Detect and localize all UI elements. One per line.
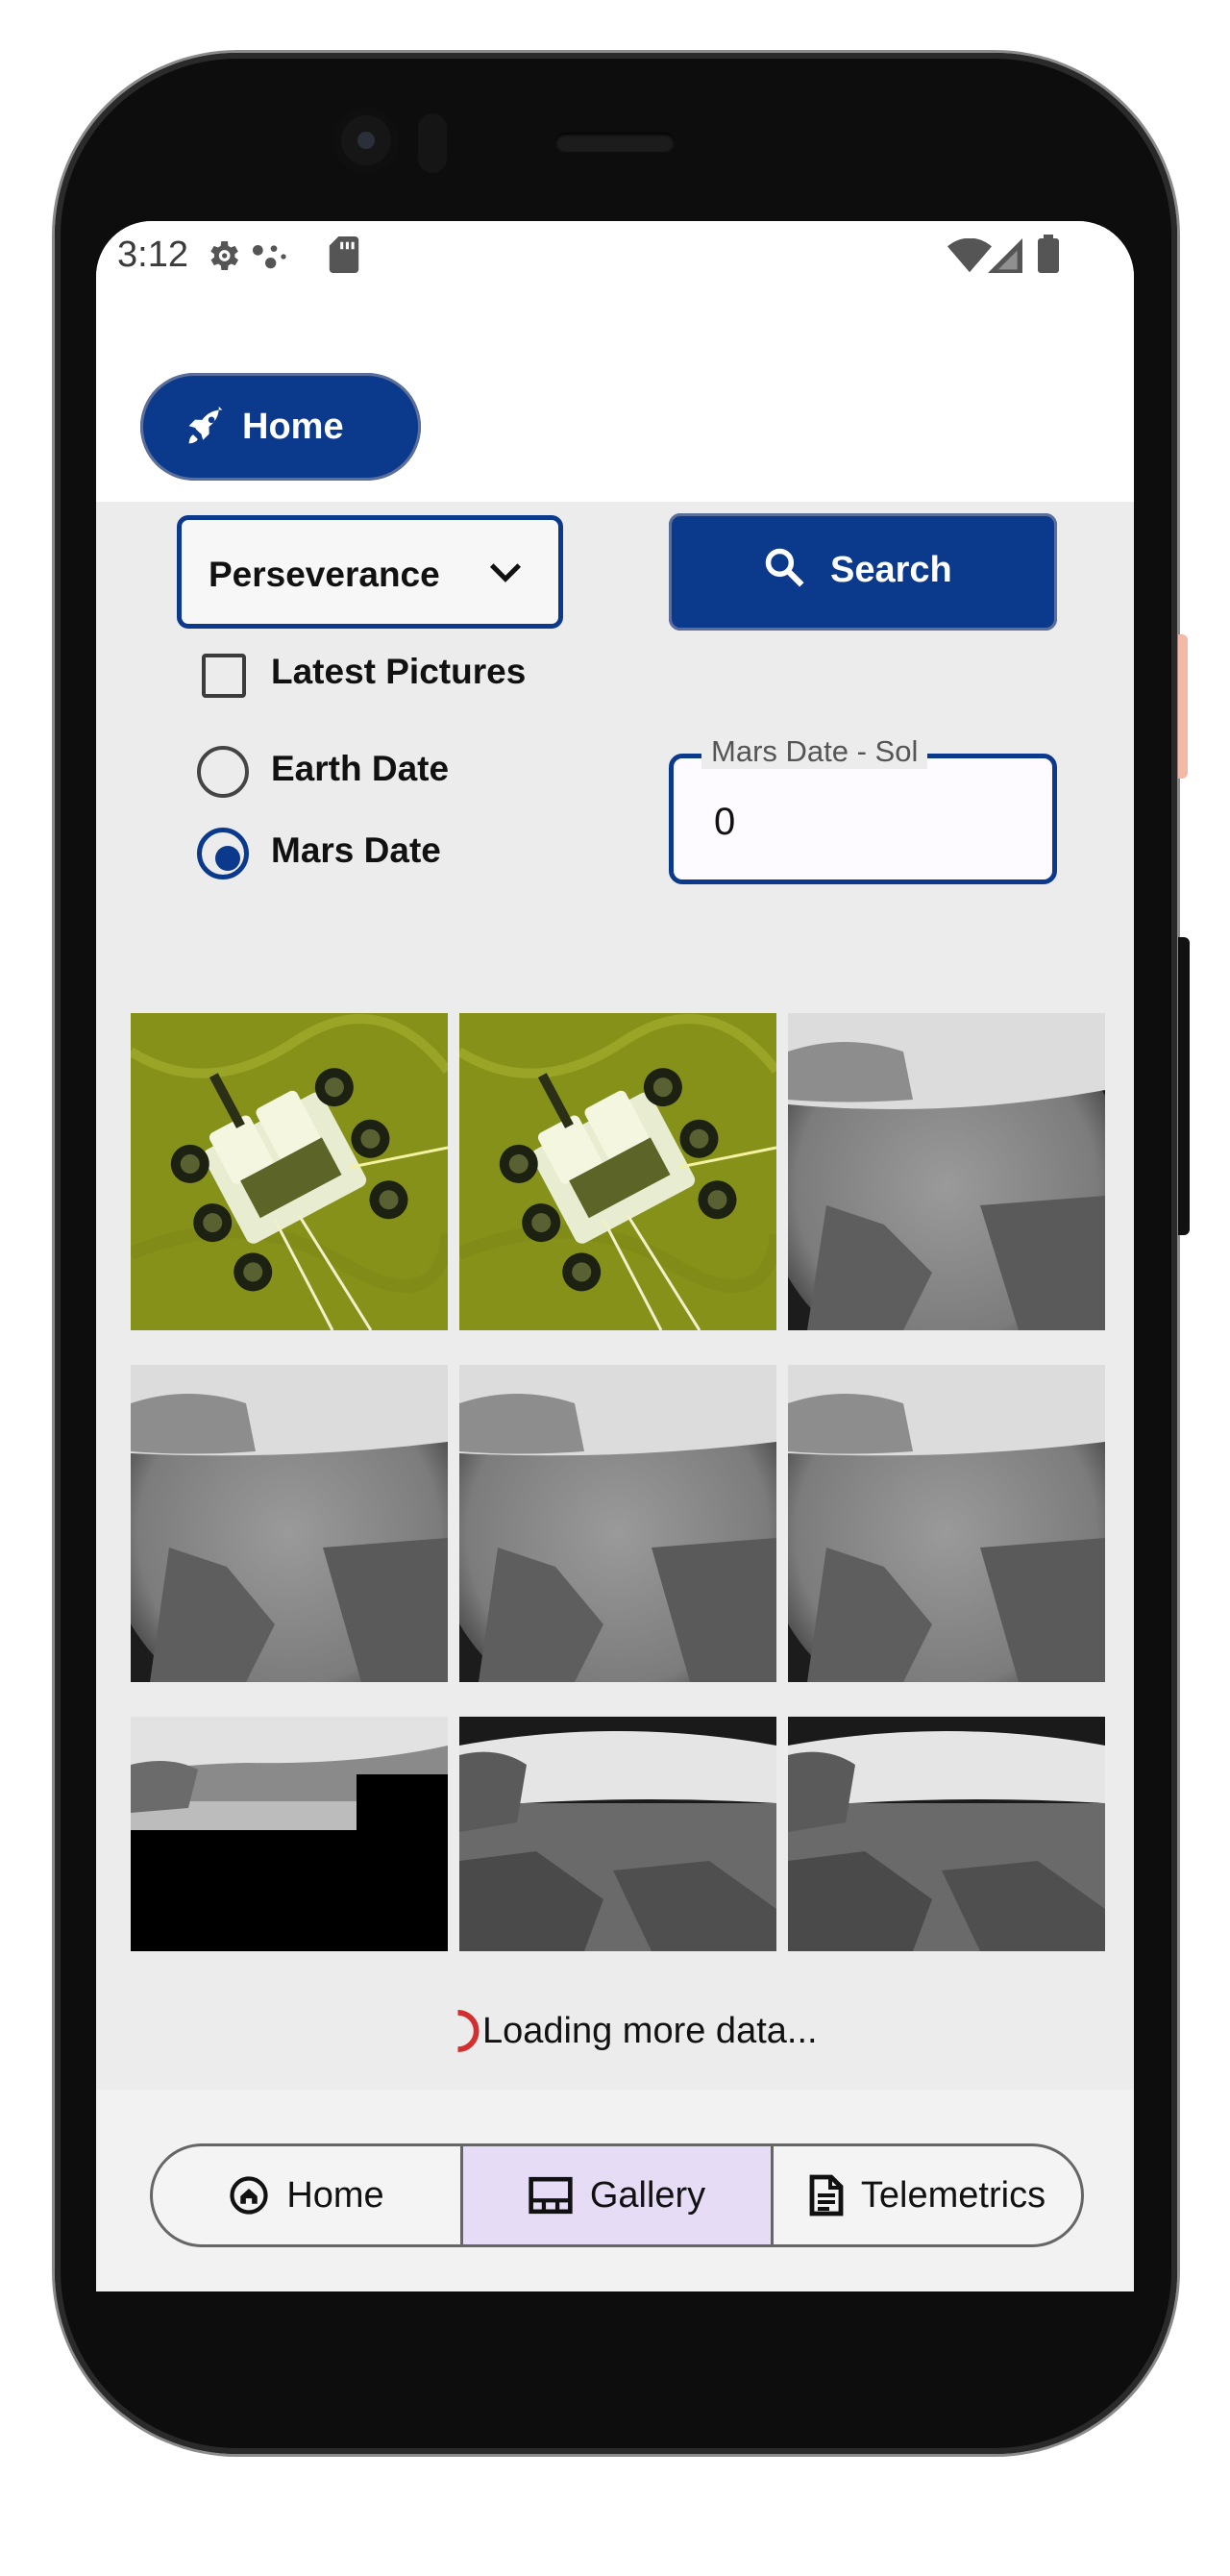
status-time: 3:12	[117, 235, 188, 275]
earth-date-label: Earth Date	[271, 749, 450, 788]
side-button	[1178, 634, 1188, 779]
camera-lens	[357, 132, 375, 149]
bottom-segmented-nav: Home Gallery Telemetrics	[150, 2143, 1084, 2247]
mars-date-radio[interactable]	[197, 828, 249, 879]
gallery-icon	[529, 2176, 573, 2215]
home-icon	[229, 2175, 269, 2216]
mars-sol-value: 0	[714, 801, 736, 843]
radio-selected-dot	[215, 846, 240, 871]
nav-gallery-button[interactable]: Gallery	[460, 2146, 771, 2244]
nav-home-label: Home	[286, 2174, 384, 2216]
assistant-icon	[250, 240, 288, 278]
gallery-image[interactable]	[788, 1717, 1105, 1951]
home-button[interactable]: Home	[140, 373, 421, 481]
volume-button	[1178, 937, 1190, 1235]
rover-dropdown[interactable]: Perseverance	[177, 515, 563, 629]
wifi-icon	[947, 237, 992, 278]
search-icon	[763, 546, 805, 593]
nav-telemetrics-label: Telemetrics	[860, 2174, 1046, 2216]
status-bar: 3:12	[96, 221, 1134, 288]
mars-sol-input[interactable]: 0	[669, 754, 1057, 884]
gallery-image[interactable]	[459, 1717, 776, 1951]
sd-card-icon	[329, 236, 359, 278]
nav-home-button[interactable]: Home	[153, 2146, 460, 2244]
search-button[interactable]: Search	[669, 513, 1057, 631]
latest-pictures-label: Latest Pictures	[271, 652, 527, 691]
gallery-image[interactable]	[788, 1013, 1105, 1330]
home-button-label: Home	[242, 406, 344, 447]
battery-icon	[1038, 235, 1059, 278]
rover-dropdown-value: Perseverance	[209, 555, 440, 594]
mars-sol-field-label: Mars Date - Sol	[701, 734, 928, 769]
gallery-image[interactable]	[131, 1365, 448, 1682]
gallery-image[interactable]	[459, 1013, 776, 1330]
search-button-label: Search	[830, 550, 952, 590]
rocket-icon	[184, 406, 227, 448]
proximity-sensor	[418, 113, 447, 173]
gallery-image[interactable]	[131, 1013, 448, 1330]
nav-telemetrics-button[interactable]: Telemetrics	[771, 2146, 1081, 2244]
cell-signal-icon	[988, 238, 1022, 278]
document-icon	[809, 2174, 844, 2217]
top-app-bar: Home	[96, 288, 1134, 502]
gallery-image[interactable]	[131, 1717, 448, 1951]
earpiece-speaker	[555, 133, 675, 152]
mars-date-label: Mars Date	[271, 830, 441, 870]
earth-date-radio[interactable]	[197, 746, 249, 798]
nav-gallery-label: Gallery	[589, 2174, 706, 2216]
settings-icon	[204, 236, 242, 280]
loading-text: Loading more data...	[482, 2011, 818, 2051]
app-screen: 3:12 Home Perseverance Search Latest Pic…	[96, 221, 1134, 2291]
latest-pictures-checkbox[interactable]	[202, 654, 246, 698]
gallery-image[interactable]	[459, 1365, 776, 1682]
chevron-down-icon	[487, 558, 524, 592]
gallery-image[interactable]	[788, 1365, 1105, 1682]
